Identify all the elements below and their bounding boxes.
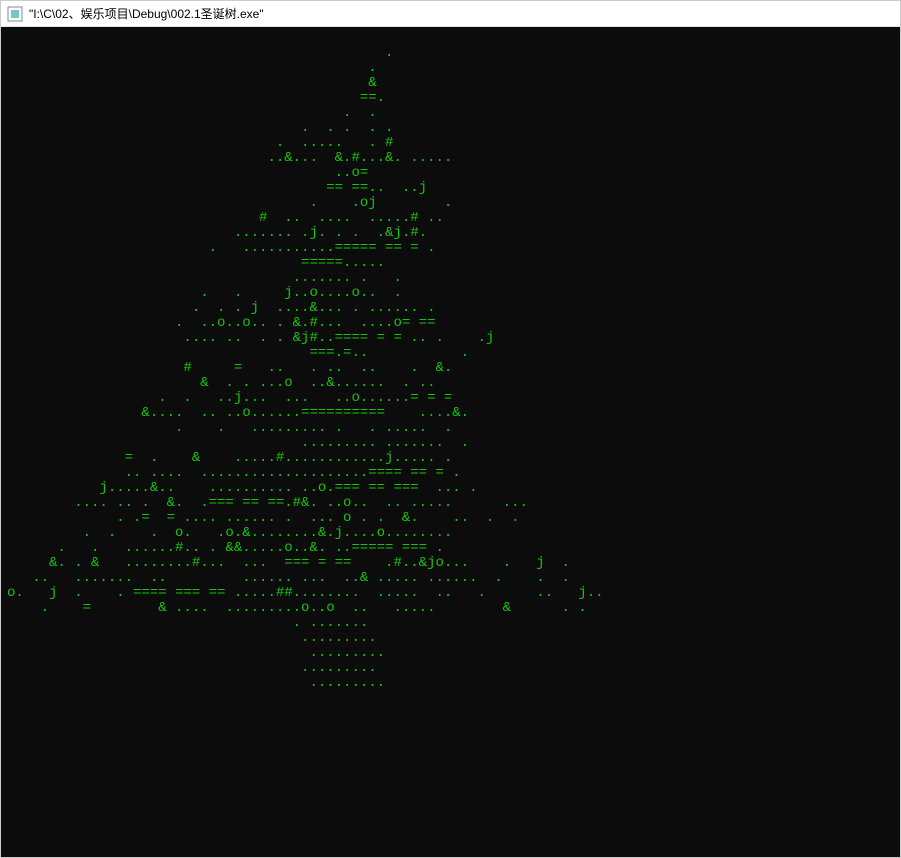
window-title: "I:\C\02、娱乐项目\Debug\002.1圣诞树.exe" bbox=[29, 5, 264, 22]
console-output: . . & ==. . . bbox=[1, 27, 900, 857]
titlebar[interactable]: "I:\C\02、娱乐项目\Debug\002.1圣诞树.exe" bbox=[1, 1, 900, 27]
app-icon bbox=[7, 6, 23, 22]
console-window: "I:\C\02、娱乐项目\Debug\002.1圣诞树.exe" . . & bbox=[0, 0, 901, 858]
